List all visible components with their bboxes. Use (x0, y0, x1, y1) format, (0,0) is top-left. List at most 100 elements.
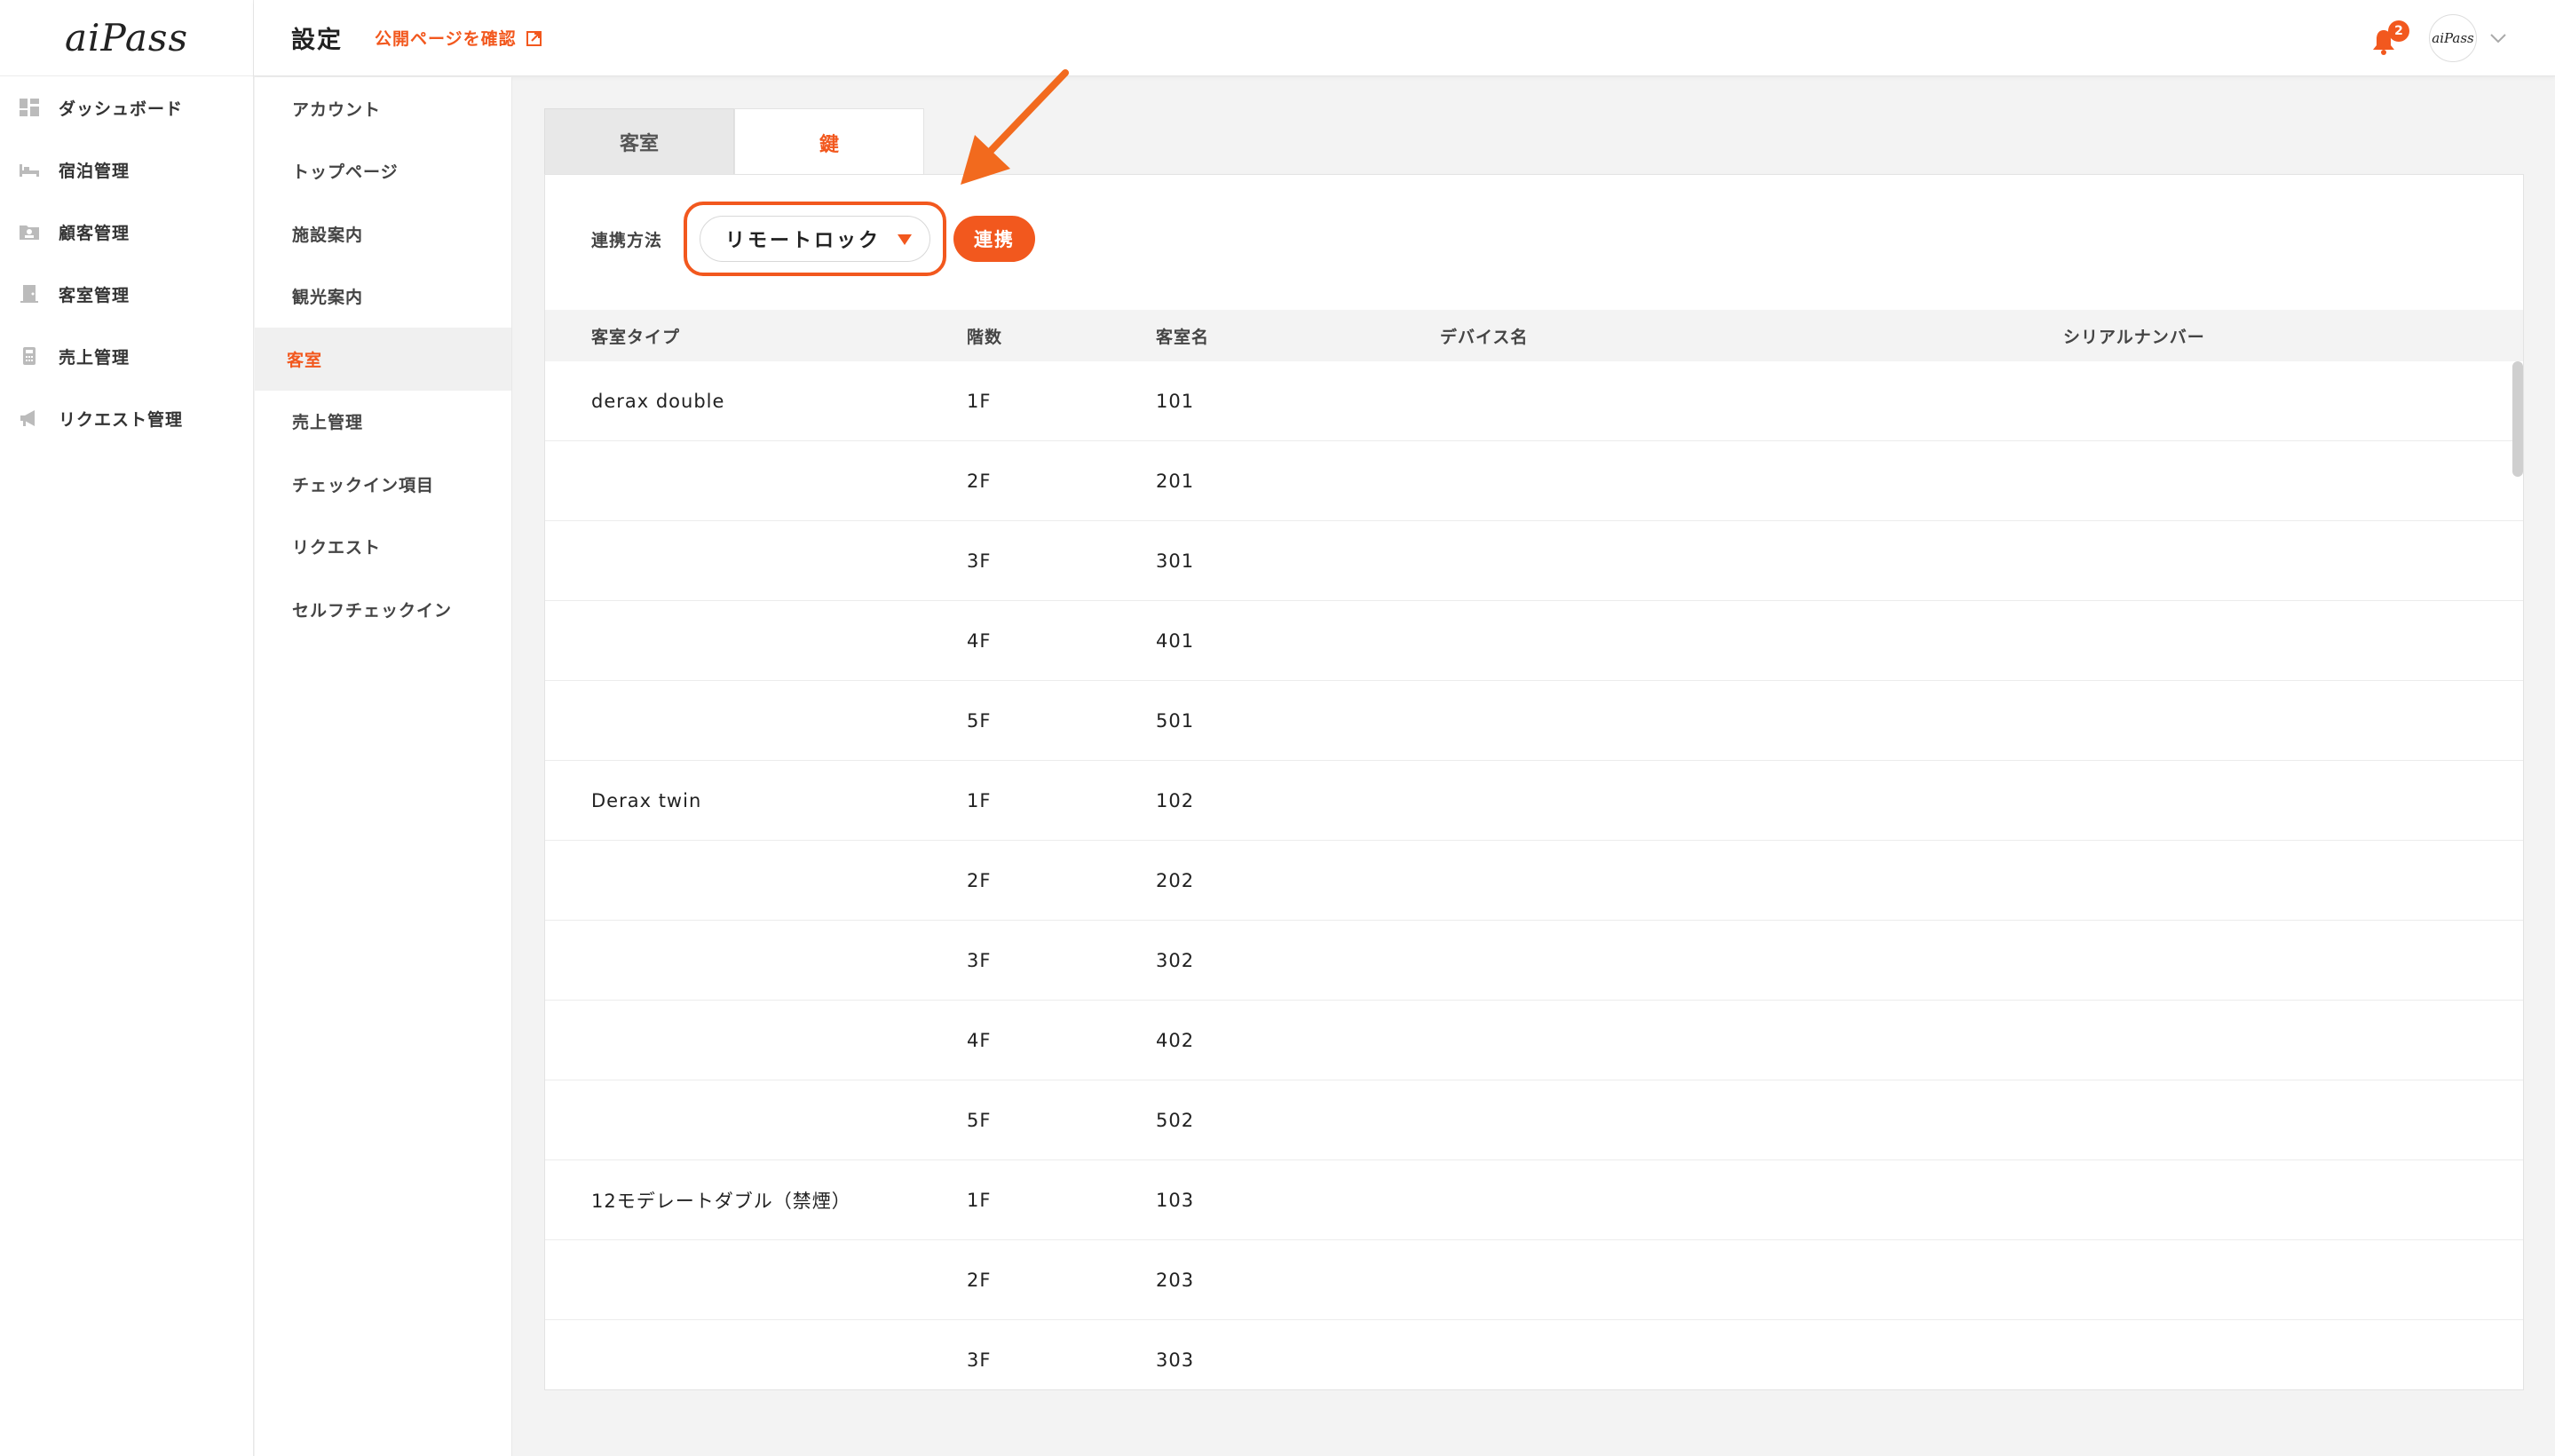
sidebar-item-label: リクエスト管理 (59, 409, 184, 430)
tab-room[interactable]: 客室 (544, 108, 734, 174)
floor-cell: 2F (967, 470, 992, 492)
floor-cell: 2F (967, 869, 992, 891)
dashboard-icon (18, 98, 41, 117)
tab-key[interactable]: 鍵 (734, 108, 924, 176)
subnav-item-4[interactable]: 客室 (255, 328, 511, 391)
floor-cell: 5F (967, 709, 992, 732)
sidebar-item-4[interactable]: 売上管理 (0, 325, 253, 387)
table-row: 5F 501 (545, 681, 2523, 761)
table-row: 3F 302 (545, 921, 2523, 1001)
floor-cell: 3F (967, 949, 992, 971)
floor-cell: 4F (967, 1029, 992, 1051)
subnav-item-1[interactable]: トップページ (255, 140, 511, 203)
header-floor[interactable]: 階数 (967, 324, 1002, 348)
table-row: 4F 402 (545, 1001, 2523, 1080)
subnav-item-0[interactable]: アカウント (255, 77, 511, 140)
subnav-item-3[interactable]: 観光案内 (255, 265, 511, 328)
link-method-row: 連携方法 リモートロック 連携 (591, 202, 1036, 276)
floor-cell: 5F (967, 1109, 992, 1131)
link-method-select[interactable]: リモートロック (700, 216, 931, 262)
sidebar-item-label: 顧客管理 (59, 223, 131, 243)
logo[interactable]: aiPass (0, 0, 253, 76)
public-page-link-label: 公開ページを確認 (375, 29, 517, 49)
table-header: 客室タイプ 階数 客室名 デバイス名 シリアルナンバー (545, 310, 2523, 361)
sidebar-item-label: 売上管理 (59, 347, 131, 368)
room-key-table: 客室タイプ 階数 客室名 デバイス名 シリアルナンバー derax double… (545, 310, 2523, 1389)
customer-folder-icon (18, 222, 41, 241)
header-room-type[interactable]: 客室タイプ (591, 324, 680, 348)
link-button[interactable]: 連携 (953, 216, 1036, 262)
table-row: 2F 202 (545, 841, 2523, 921)
subnav-item-5[interactable]: 売上管理 (255, 391, 511, 454)
header-device-name[interactable]: デバイス名 (1440, 324, 1528, 348)
notification-badge: 2 (2388, 20, 2409, 42)
link-method-value: リモートロック (725, 230, 882, 252)
subnav-item-8[interactable]: セルフチェックイン (255, 578, 511, 641)
sidebar-item-3[interactable]: 客室管理 (0, 263, 253, 325)
top-header: 設定 公開ページを確認 2 aiPass (254, 0, 2555, 76)
header-serial-number[interactable]: シリアルナンバー (2063, 324, 2205, 348)
avatar[interactable]: aiPass (2429, 14, 2477, 62)
logo-text: aiPass (65, 16, 188, 59)
sidebar-item-label: 宿泊管理 (59, 161, 131, 181)
room-name-cell: 102 (1156, 789, 1195, 811)
settings-subnav: アカウント トップページ 施設案内 観光案内 客室 売上管理 チェックイン項目 リクエスト セル… (255, 77, 512, 1456)
room-name-cell: 101 (1156, 390, 1195, 412)
caret-down-icon (898, 234, 913, 245)
subnav-item-2[interactable]: 施設案内 (255, 202, 511, 265)
floor-cell: 1F (967, 789, 992, 811)
key-settings-panel: 連携方法 リモートロック 連携 客室タイプ 階数 客室名 デバイス名 シリアルナ… (544, 174, 2524, 1390)
calculator-icon (18, 346, 41, 366)
room-name-cell: 501 (1156, 709, 1195, 732)
table-body: derax double 1F 101 2F 201 3F 301 4F 401 5F 501 Der… (545, 361, 2523, 1389)
table-row: 2F 201 (545, 441, 2523, 521)
room-name-cell: 202 (1156, 869, 1195, 891)
table-row: 12モデレートダブル（禁煙） 1F 103 (545, 1160, 2523, 1240)
sidebar-item-0[interactable]: ダッシュボード (0, 76, 253, 138)
main-sidebar: aiPass ダッシュボード 宿泊管理顧客管理客室管理売上管理リクエスト管理 (0, 0, 254, 1456)
floor-cell: 3F (967, 550, 992, 572)
room-name-cell: 203 (1156, 1269, 1195, 1291)
room-name-cell: 402 (1156, 1029, 1195, 1051)
sidebar-nav: ダッシュボード 宿泊管理顧客管理客室管理売上管理リクエスト管理 (0, 76, 253, 449)
floor-cell: 3F (967, 1349, 992, 1371)
room-type-cell: Derax twin (591, 789, 702, 811)
public-page-link[interactable]: 公開ページを確認 (375, 26, 543, 50)
table-row: Derax twin 1F 102 (545, 761, 2523, 841)
table-row: derax double 1F 101 (545, 361, 2523, 441)
annotation-arrow-icon (961, 69, 1069, 185)
sidebar-item-label: 客室管理 (59, 285, 131, 305)
room-name-cell: 401 (1156, 629, 1195, 652)
header-room-name[interactable]: 客室名 (1156, 324, 1209, 348)
chevron-down-icon[interactable] (2489, 33, 2507, 44)
sidebar-item-label: ダッシュボード (59, 99, 184, 119)
external-link-icon (526, 30, 542, 46)
notification-button[interactable]: 2 (2370, 20, 2409, 56)
floor-cell: 1F (967, 1189, 992, 1211)
sidebar-item-2[interactable]: 顧客管理 (0, 201, 253, 263)
page-title: 設定 (291, 27, 343, 54)
room-type-cell: derax double (591, 390, 725, 412)
room-name-cell: 103 (1156, 1189, 1195, 1211)
sidebar-item-1[interactable]: 宿泊管理 (0, 138, 253, 201)
bed-icon (18, 160, 41, 179)
room-name-cell: 201 (1156, 470, 1195, 492)
subnav-item-6[interactable]: チェックイン項目 (255, 453, 511, 516)
megaphone-icon (18, 408, 41, 428)
table-row: 4F 401 (545, 601, 2523, 681)
room-name-cell: 502 (1156, 1109, 1195, 1131)
floor-cell: 1F (967, 390, 992, 412)
room-door-icon (18, 284, 41, 304)
room-name-cell: 303 (1156, 1349, 1195, 1371)
highlight-ring: リモートロック (684, 202, 947, 276)
header-actions: 2 aiPass (2370, 0, 2507, 76)
floor-cell: 4F (967, 629, 992, 652)
link-method-label: 連携方法 (591, 230, 663, 250)
room-name-cell: 302 (1156, 949, 1195, 971)
table-row: 3F 303 (545, 1320, 2523, 1389)
sidebar-item-5[interactable]: リクエスト管理 (0, 387, 253, 449)
vertical-scrollbar[interactable] (2512, 361, 2523, 477)
table-row: 2F 203 (545, 1240, 2523, 1320)
room-name-cell: 301 (1156, 550, 1195, 572)
subnav-item-7[interactable]: リクエスト (255, 516, 511, 579)
